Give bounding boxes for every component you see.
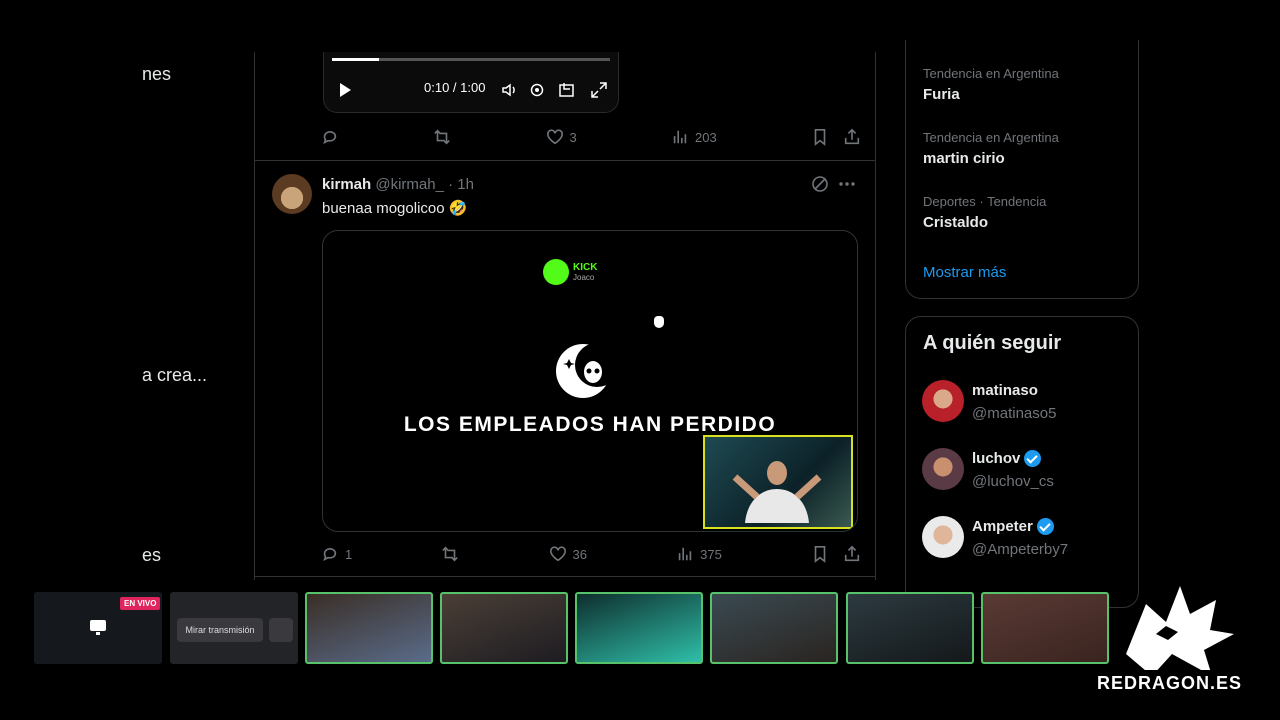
avatar[interactable] — [922, 516, 964, 558]
heart-icon — [546, 129, 563, 145]
play-icon[interactable] — [338, 82, 352, 98]
nav-item-fragment[interactable]: nes — [142, 64, 171, 85]
reply-button[interactable] — [321, 128, 339, 146]
streamer-figure — [732, 461, 822, 523]
video-banner-text: LOS EMPLEADOS HAN PERDIDO — [403, 413, 777, 436]
verified-badge-icon — [1024, 450, 1042, 467]
participant-camera-tile[interactable] — [440, 592, 568, 664]
reply-icon — [323, 131, 337, 144]
follow-account-handle[interactable]: @matinaso5 — [972, 405, 1056, 422]
video-progress-fill — [332, 58, 380, 61]
nav-item-fragment[interactable]: es — [142, 545, 161, 566]
account-name: luchov — [972, 450, 1021, 467]
tweet-actions: 3 203 — [321, 127, 861, 147]
kick-logo-icon — [543, 259, 569, 285]
verified-badge-icon — [1036, 518, 1054, 535]
volume-icon[interactable] — [500, 81, 518, 99]
video-progress-bar[interactable] — [332, 58, 610, 61]
retweet-button[interactable] — [433, 128, 451, 146]
follow-account-name[interactable]: matinaso — [972, 382, 1038, 399]
timeline-column: 0:10 / 1:00 3 203 kirmah @kirmah_ · 1h b… — [254, 52, 876, 580]
tweet-author-handle[interactable]: @kirmah_ — [375, 176, 444, 193]
avatar[interactable] — [922, 380, 964, 422]
follow-account-name[interactable]: Ampeter — [972, 518, 1054, 535]
participant-camera-tile[interactable] — [981, 592, 1109, 664]
trend-item[interactable]: martin cirio — [923, 150, 1005, 167]
follow-account-handle[interactable]: @Ampeterby7 — [972, 541, 1068, 558]
reply-button[interactable]: 1 — [321, 545, 352, 563]
tweet-text: buenaa mogolicoo 🤣 — [322, 200, 468, 217]
view-count: 203 — [695, 129, 717, 145]
reply-count: 1 — [345, 546, 353, 562]
reply-icon — [323, 548, 337, 561]
trend-item[interactable]: Cristaldo — [923, 214, 988, 231]
tweet-author-name[interactable]: kirmah — [322, 176, 371, 193]
follow-account-name[interactable]: luchov — [972, 450, 1042, 467]
more-options-icon[interactable] — [838, 181, 856, 187]
trend-item[interactable]: Furia — [923, 86, 960, 103]
brand-watermark: REDRAGON.ES — [1097, 673, 1243, 693]
participant-camera-tile[interactable] — [710, 592, 838, 664]
like-count: 3 — [569, 129, 577, 145]
show-more-link[interactable]: Mostrar más — [923, 264, 1006, 281]
trend-context: Deportes · Tendencia — [923, 194, 1047, 209]
nav-item-fragment[interactable]: a crea... — [142, 365, 207, 386]
views-icon — [678, 547, 692, 561]
retweet-icon — [434, 129, 451, 145]
view-count: 375 — [700, 546, 722, 562]
views-button[interactable]: 375 — [676, 545, 722, 563]
like-button[interactable]: 3 — [546, 128, 577, 146]
bookmark-icon[interactable] — [811, 128, 829, 146]
fullscreen-icon[interactable] — [590, 81, 608, 99]
settings-icon[interactable] — [528, 81, 546, 99]
like-button[interactable]: 36 — [549, 545, 587, 563]
participant-camera-tile[interactable] — [575, 592, 703, 664]
watch-stream-icon[interactable] — [269, 618, 293, 642]
like-count: 36 — [572, 546, 587, 562]
retweet-button[interactable] — [441, 545, 459, 563]
tweet-media-video[interactable]: KICK Joaco LOS EMPLEADOS HAN PERDIDO — [322, 230, 858, 532]
hand-cursor-icon — [654, 316, 664, 328]
watch-stream-button[interactable]: Mirar transmisión — [177, 618, 263, 642]
tweet-header: kirmah @kirmah_ · 1h — [322, 176, 474, 193]
retweet-icon — [442, 546, 459, 562]
kick-watermark: KICK Joaco — [543, 259, 597, 285]
live-badge: EN VIVO — [120, 597, 161, 610]
share-icon[interactable] — [843, 545, 861, 563]
views-button[interactable]: 203 — [671, 128, 717, 146]
streamer-camera-overlay — [703, 435, 853, 529]
participant-camera-tile[interactable] — [846, 592, 974, 664]
video-player[interactable]: 0:10 / 1:00 — [323, 52, 619, 113]
account-name: Ampeter — [972, 518, 1033, 535]
video-time: 0:10 / 1:00 — [424, 80, 486, 95]
tweet-time[interactable]: · 1h — [448, 176, 474, 193]
redragon-logo-icon — [1126, 586, 1234, 670]
follow-account-handle[interactable]: @luchov_cs — [972, 473, 1054, 490]
tweet-divider — [255, 160, 875, 161]
avatar[interactable] — [922, 448, 964, 490]
bookmark-icon[interactable] — [811, 545, 829, 563]
account-name: matinaso — [972, 382, 1038, 399]
picture-in-picture-icon[interactable] — [558, 81, 576, 99]
heart-icon — [549, 546, 566, 562]
tweet-divider — [255, 576, 875, 577]
kick-user: Joaco — [573, 272, 595, 282]
trend-context: Tendencia en Argentina — [923, 66, 1059, 81]
share-icon[interactable] — [843, 128, 861, 146]
avatar[interactable] — [272, 174, 312, 214]
grok-icon[interactable] — [811, 175, 829, 193]
views-icon — [673, 130, 687, 144]
skull-moon-logo-icon — [556, 343, 615, 398]
tweet-actions: 1 36 375 — [321, 544, 861, 564]
who-to-follow-title: A quién seguir — [923, 332, 1062, 354]
trend-context: Tendencia en Argentina — [923, 130, 1059, 145]
participant-camera-tile[interactable] — [305, 592, 433, 664]
kick-brand: KICK — [573, 261, 598, 273]
